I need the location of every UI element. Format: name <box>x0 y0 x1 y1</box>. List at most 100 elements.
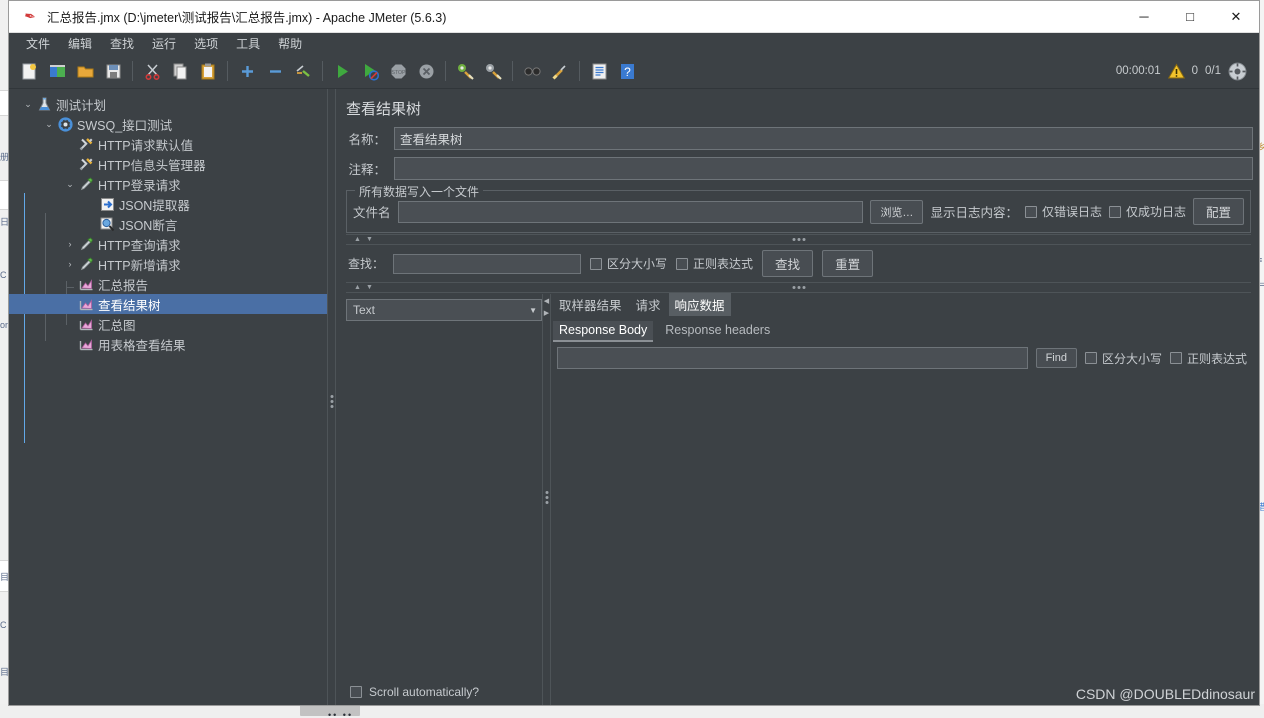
subtab-response-body[interactable]: Response Body <box>553 321 654 342</box>
open-icon[interactable] <box>72 58 98 84</box>
screen-root: 册 日 C or 目 C 目 乡 ≡ 尸 借 •• •• ✒ 汇总报告.jmx … <box>0 0 1264 718</box>
tree-expander-icon[interactable]: ⌄ <box>63 179 77 190</box>
splitter-arrows[interactable]: ▲ ▼ <box>346 284 373 291</box>
success-only-checkbox[interactable]: 仅成功日志 <box>1108 203 1186 220</box>
listener-icon <box>77 297 96 312</box>
find-case-sensitive-box[interactable] <box>1084 352 1097 364</box>
clear-all-icon[interactable] <box>480 58 506 84</box>
tree-panel-splitter[interactable] <box>327 89 336 705</box>
tree-node-4[interactable]: ⌄ HTTP登录请求 <box>9 174 327 194</box>
tree-node-2[interactable]: HTTP请求默认值 <box>9 134 327 154</box>
tree-node-3[interactable]: HTTP信息头管理器 <box>9 154 327 174</box>
find-button[interactable]: Find <box>1035 348 1077 368</box>
menu-run[interactable]: 运行 <box>143 33 185 54</box>
tree-node-0[interactable]: ⌄ 测试计划 <box>9 94 327 114</box>
response-subtabs: Response Body Response headers <box>551 319 1251 342</box>
result-tabs: 取样器结果 请求 响应数据 <box>551 293 1251 316</box>
toolbar: STOP ? 00:00:01 0 0/1 <box>9 54 1259 89</box>
subtab-response-headers[interactable]: Response headers <box>659 321 776 342</box>
scroll-automatically-box[interactable] <box>350 686 362 698</box>
minimize-button[interactable]: ─ <box>1121 1 1167 33</box>
expand-all-icon[interactable] <box>234 58 260 84</box>
templates-icon[interactable] <box>44 58 70 84</box>
search-find-button[interactable]: 查找 <box>762 250 814 277</box>
tree-node-1[interactable]: ⌄ SWSQ_接口测试 <box>9 114 327 134</box>
search-regex-checkbox[interactable]: 正则表达式 <box>676 255 753 272</box>
comment-input[interactable] <box>394 157 1253 180</box>
menu-file[interactable]: 文件 <box>17 33 59 54</box>
results-detail-splitter[interactable]: ◀ ▶ <box>542 294 551 705</box>
name-input[interactable] <box>394 127 1253 150</box>
browse-button[interactable]: 浏览… <box>870 199 924 224</box>
errors-only-box[interactable] <box>1024 205 1037 218</box>
tree-expander-icon[interactable]: › <box>63 259 77 269</box>
menu-help[interactable]: 帮助 <box>269 33 311 54</box>
search-input[interactable] <box>393 253 582 274</box>
tree-expander-icon[interactable]: ⌄ <box>21 99 35 110</box>
response-body-view[interactable] <box>551 374 1251 705</box>
scroll-automatically-checkbox[interactable]: Scroll automatically? <box>346 680 542 705</box>
test-plan-tree[interactable]: ⌄ 测试计划 ⌄ SWSQ_接口测试 HTTP请求默认值 HTTP信息头管理器 ⌄ HTTP登… <box>9 89 327 705</box>
tab-response-data[interactable]: 响应数据 <box>668 293 731 316</box>
tree-node-9[interactable]: 汇总报告 <box>9 274 327 294</box>
search-case-sensitive-box[interactable] <box>590 257 603 270</box>
toggle-icon[interactable] <box>290 58 316 84</box>
find-case-sensitive-checkbox[interactable]: 区分大小写 <box>1084 350 1162 367</box>
search-icon[interactable] <box>519 58 545 84</box>
help-icon[interactable]: ? <box>614 58 640 84</box>
find-regex-box[interactable] <box>1169 352 1182 364</box>
reset-search-icon[interactable] <box>547 58 573 84</box>
renderer-dropdown[interactable]: Text ▼ <box>346 299 542 321</box>
new-icon[interactable] <box>16 58 42 84</box>
success-only-box[interactable] <box>1108 205 1121 218</box>
paste-icon[interactable] <box>195 58 221 84</box>
tree-node-10[interactable]: 查看结果树 <box>9 294 327 314</box>
tree-node-11[interactable]: 汇总图 <box>9 314 327 334</box>
tab-sampler-result[interactable]: 取样器结果 <box>553 293 628 316</box>
start-icon[interactable] <box>329 58 355 84</box>
clear-icon[interactable] <box>452 58 478 84</box>
find-input[interactable] <box>557 347 1028 369</box>
close-button[interactable]: ✕ <box>1213 1 1259 33</box>
maximize-button[interactable]: □ <box>1167 1 1213 33</box>
save-icon[interactable] <box>100 58 126 84</box>
search-case-sensitive-checkbox[interactable]: 区分大小写 <box>590 255 667 272</box>
shutdown-icon[interactable] <box>413 58 439 84</box>
cut-icon[interactable] <box>139 58 165 84</box>
chevron-down-icon[interactable]: ▼ <box>529 306 537 315</box>
tree-node-12[interactable]: 用表格查看结果 <box>9 334 327 354</box>
find-regex-checkbox[interactable]: 正则表达式 <box>1169 350 1247 367</box>
copy-icon[interactable] <box>167 58 193 84</box>
tab-request[interactable]: 请求 <box>630 293 667 316</box>
tree-node-label: 测试计划 <box>56 98 107 113</box>
menu-options[interactable]: 选项 <box>185 33 227 54</box>
background-window-bottom-bar <box>0 704 1264 718</box>
search-reset-button[interactable]: 重置 <box>822 250 874 277</box>
stop-icon[interactable]: STOP <box>385 58 411 84</box>
collapse-all-icon[interactable] <box>262 58 288 84</box>
thread-status-icon[interactable] <box>1228 62 1247 81</box>
menu-tools[interactable]: 工具 <box>227 33 269 54</box>
filename-input[interactable] <box>397 200 864 223</box>
tree-node-8[interactable]: › HTTP新增请求 <box>9 254 327 274</box>
sampler-results-list[interactable] <box>346 321 542 680</box>
menu-search[interactable]: 查找 <box>101 33 143 54</box>
errors-only-checkbox[interactable]: 仅错误日志 <box>1024 203 1102 220</box>
tree-expander-icon[interactable]: › <box>63 239 77 249</box>
splitter-arrows[interactable]: ▲ ▼ <box>346 236 373 243</box>
search-regex-box[interactable] <box>676 257 689 270</box>
results-splitter-top[interactable]: ▲ ▼ <box>346 234 1251 245</box>
start-no-pauses-icon[interactable] <box>357 58 383 84</box>
tree-node-6[interactable]: JSON断言 <box>9 214 327 234</box>
menu-edit[interactable]: 编辑 <box>59 33 101 54</box>
results-splitter-bottom[interactable]: ▲ ▼ <box>346 282 1251 293</box>
function-helper-icon[interactable] <box>586 58 612 84</box>
warning-icon[interactable] <box>1167 63 1185 80</box>
listener-icon <box>77 337 96 352</box>
splitter-arrows[interactable]: ◀ ▶ <box>544 298 549 317</box>
configure-button[interactable]: 配置 <box>1192 198 1244 225</box>
tree-node-label: HTTP信息头管理器 <box>98 158 206 173</box>
tree-node-5[interactable]: JSON提取器 <box>9 194 327 214</box>
tree-node-7[interactable]: › HTTP查询请求 <box>9 234 327 254</box>
tree-expander-icon[interactable]: ⌄ <box>42 119 56 130</box>
